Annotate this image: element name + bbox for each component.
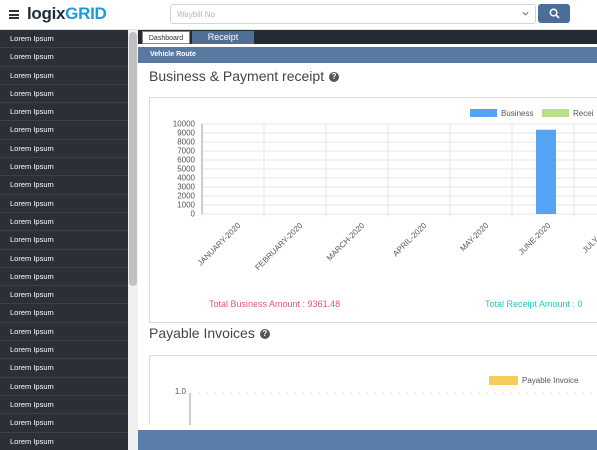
- y-tick-label: 0: [191, 210, 196, 219]
- payable-invoices-panel: Payable Invoice 1.0: [149, 355, 597, 425]
- sidebar-item[interactable]: Lorem Ipsum: [0, 103, 138, 122]
- sidebar-item[interactable]: Lorem Ipsum: [0, 213, 138, 232]
- vehicle-route-bar[interactable]: Vehicle Route: [138, 47, 597, 63]
- sidebar-item[interactable]: Lorem Ipsum: [0, 231, 138, 250]
- search-button[interactable]: [538, 4, 570, 23]
- sidebar-item[interactable]: Lorem Ipsum: [0, 359, 138, 378]
- payable-invoices-chart: Payable Invoice 1.0: [175, 376, 597, 425]
- sidebar-menu: Lorem Ipsum Lorem Ipsum Lorem Ipsum Lorem I…: [0, 30, 138, 450]
- sidebar: Lorem Ipsum Lorem Ipsum Lorem Ipsum Lorem I…: [0, 30, 138, 450]
- sidebar-item[interactable]: Lorem Ipsum: [0, 396, 138, 415]
- sidebar-item[interactable]: Lorem Ipsum: [0, 304, 138, 323]
- x-tick-label: FEBRUARY-2020: [253, 221, 304, 272]
- top-bar: logixGRID: [0, 0, 597, 30]
- sidebar-item[interactable]: Lorem Ipsum: [0, 195, 138, 213]
- total-receipt-amount: Total Receipt Amount : 0: [485, 299, 583, 309]
- x-tick-label: MARCH-2020: [325, 221, 367, 263]
- y-tick-label: 1.0: [175, 387, 187, 396]
- y-tick-label: 5000: [177, 165, 195, 174]
- business-payment-title: Business & Payment receipt?: [149, 68, 340, 84]
- help-icon[interactable]: ?: [259, 329, 270, 339]
- sidebar-item[interactable]: Lorem Ipsum: [0, 48, 138, 67]
- payable-invoices-title: Payable Invoices?: [149, 325, 270, 341]
- business-receipt-chart: 0100020003000400050006000700080009000100…: [173, 109, 597, 272]
- bottom-bar: [138, 430, 597, 450]
- y-tick-label: 7000: [177, 147, 195, 156]
- tab-bar: Dashboard Receipt: [138, 30, 597, 44]
- sidebar-item[interactable]: Lorem Ipsum: [0, 414, 138, 433]
- app-logo[interactable]: logixGRID: [27, 4, 107, 24]
- y-tick-label: 2000: [177, 192, 195, 201]
- main-content: Dashboard Receipt Vehicle Route Business…: [138, 30, 597, 450]
- sidebar-item[interactable]: Lorem Ipsum: [0, 121, 138, 140]
- y-tick-label: 9000: [177, 129, 195, 138]
- total-business-amount: Total Business Amount : 9361.48: [209, 299, 341, 309]
- x-tick-label: MAY-2020: [458, 221, 491, 254]
- legend-label-payable: Payable Invoice: [522, 376, 579, 385]
- waybill-search-input[interactable]: [171, 5, 511, 23]
- y-tick-label: 4000: [177, 174, 195, 183]
- sidebar-item[interactable]: Lorem Ipsum: [0, 250, 138, 268]
- legend-swatch-payable: [489, 376, 518, 385]
- x-tick-label: JULY-2020: [581, 221, 597, 255]
- bar-business: [536, 129, 556, 214]
- chevron-down-icon[interactable]: [522, 10, 529, 17]
- hamburger-menu-icon[interactable]: [9, 10, 19, 19]
- y-tick-label: 1000: [177, 201, 195, 210]
- x-tick-label: JANUARY-2020: [196, 221, 243, 268]
- tab-receipt[interactable]: Receipt: [192, 31, 254, 44]
- sidebar-item[interactable]: Lorem Ipsum: [0, 85, 138, 104]
- sidebar-item[interactable]: Lorem Ipsum: [0, 67, 138, 85]
- sidebar-scrollbar[interactable]: [128, 30, 138, 450]
- sidebar-scroll-thumb[interactable]: [129, 32, 137, 286]
- search-box: [170, 4, 536, 24]
- legend-label-receipt: Recei: [573, 109, 594, 118]
- business-chart-panel: 0 1000 2000 3000 4000 5000 6000 7000 8000 9000 100…: [149, 97, 597, 323]
- y-tick-label: 3000: [177, 183, 195, 192]
- sidebar-item[interactable]: Lorem Ipsum: [0, 323, 138, 342]
- sidebar-item[interactable]: Lorem Ipsum: [0, 158, 138, 177]
- sidebar-item[interactable]: Lorem Ipsum: [0, 268, 138, 287]
- sidebar-item[interactable]: Lorem Ipsum: [0, 286, 138, 305]
- legend-label-business: Business: [501, 109, 533, 118]
- y-tick-label: 10000: [173, 120, 196, 129]
- sidebar-item[interactable]: Lorem Ipsum: [0, 433, 138, 450]
- sidebar-item[interactable]: Lorem Ipsum: [0, 140, 138, 159]
- sidebar-item[interactable]: Lorem Ipsum: [0, 341, 138, 360]
- search-icon: [549, 8, 560, 19]
- y-tick-label: 6000: [177, 156, 195, 165]
- y-tick-label: 8000: [177, 138, 195, 147]
- vehicle-route-label: Vehicle Route: [150, 51, 196, 58]
- help-icon[interactable]: ?: [329, 72, 340, 82]
- legend-swatch-receipt: [542, 109, 569, 117]
- sidebar-item[interactable]: Lorem Ipsum: [0, 378, 138, 396]
- sidebar-item[interactable]: Lorem Ipsum: [0, 30, 138, 49]
- tab-dashboard[interactable]: Dashboard: [142, 31, 190, 44]
- legend-swatch-business: [470, 109, 497, 117]
- sidebar-item[interactable]: Lorem Ipsum: [0, 176, 138, 195]
- x-tick-label: APRIL-2020: [391, 221, 429, 259]
- x-tick-label: JUNE-2020: [517, 221, 553, 257]
